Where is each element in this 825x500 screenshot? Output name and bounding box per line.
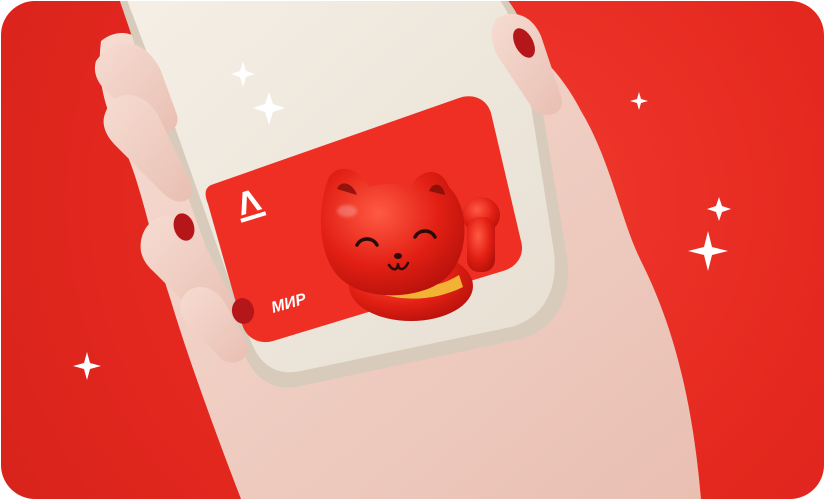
sparkle-icon [688, 231, 728, 271]
sparkle-icon [630, 92, 648, 110]
sparkle-icon [707, 197, 731, 221]
sparkle-icon [73, 352, 101, 380]
illustration: МИР [73, 1, 731, 499]
hero-image: МИР [1, 1, 824, 499]
